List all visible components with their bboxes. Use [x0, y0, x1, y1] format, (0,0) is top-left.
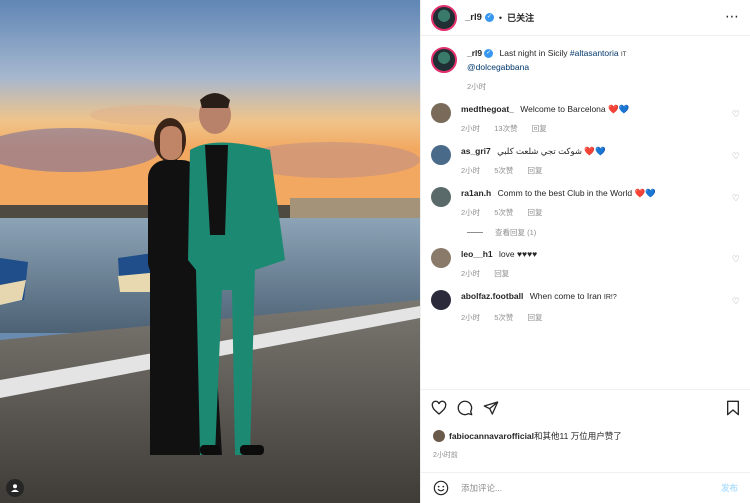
reply-button[interactable]: 回复	[528, 208, 543, 217]
likes-rest: 和其他11 万位用户赞了	[534, 431, 622, 441]
verified-badge-icon: ✓	[484, 13, 494, 22]
comment-time: 2小时	[461, 166, 481, 175]
comment-text: When come to Iran	[529, 291, 602, 301]
bookmark-icon[interactable]	[726, 400, 740, 416]
comment-likes[interactable]: 5次赞	[494, 166, 513, 175]
author-avatar[interactable]	[431, 4, 457, 31]
caption-flag: IT	[620, 52, 627, 58]
reply-button[interactable]: 回复	[528, 313, 543, 322]
post-photo[interactable]	[0, 0, 420, 503]
post-comment-button[interactable]: 发布	[721, 482, 738, 494]
comment-text: شوكت تجي شلعت كلبي	[497, 146, 582, 156]
commenter-avatar[interactable]	[431, 145, 451, 165]
caption-time: 2小时	[467, 82, 487, 91]
reply-button[interactable]: 回复	[528, 166, 543, 175]
post-header: _rl9 ✓ • 已关注 ⋯	[421, 0, 750, 36]
post-sidebar: _rl9 ✓ • 已关注 ⋯ _rl9 ✓ Last night in Sicil…	[420, 0, 750, 503]
comment-like-heart-icon[interactable]: ♡	[732, 151, 740, 162]
caption-hashtag[interactable]: #altasantoria	[570, 48, 619, 58]
comment-text: love	[499, 249, 515, 259]
comment-text: Comm to the best Club in the World	[497, 188, 633, 198]
follow-button[interactable]: 已关注	[507, 11, 534, 24]
comment-emoji: IR!?	[603, 294, 617, 301]
comment-time: 2小时	[461, 208, 481, 217]
comment-row: as_gri7 شوكت تجي شلعت كلبي ❤️💙 2小时 5次赞 回…	[431, 145, 740, 176]
heart-icon[interactable]	[431, 400, 447, 416]
verified-badge-icon: ✓	[484, 49, 494, 59]
view-replies-button[interactable]: 查看回复 (1)	[467, 227, 740, 238]
comment-time: 2小时	[461, 313, 481, 322]
comment-icon[interactable]	[457, 400, 473, 416]
comments-list[interactable]: _rl9 ✓ Last night in Sicily #altasantoria…	[421, 37, 750, 390]
comment-likes[interactable]: 5次赞	[494, 208, 513, 217]
commenter-avatar[interactable]	[431, 290, 451, 310]
comment-text: Welcome to Barcelona	[520, 104, 606, 114]
comment-emoji: ❤️💙	[634, 188, 656, 198]
comment-row: abolfaz.football When come to Iran IR!? …	[431, 290, 740, 323]
comment-like-heart-icon[interactable]: ♡	[732, 193, 740, 204]
comment-input[interactable]: 添加评论...	[461, 482, 721, 494]
commenter-avatar[interactable]	[431, 103, 451, 123]
comment-username[interactable]: as_gri7	[461, 146, 491, 156]
comment-time: 2小时	[461, 124, 481, 133]
add-comment-bar: 添加评论... 发布	[421, 472, 750, 503]
caption-row: _rl9 ✓ Last night in Sicily #altasantoria…	[431, 47, 740, 92]
comment-row: leo__h1 love ♥♥♥♥ 2小时 回复 ♡	[431, 248, 740, 279]
share-icon[interactable]	[483, 400, 499, 416]
emoji-icon[interactable]	[433, 480, 449, 496]
action-bar	[431, 398, 740, 418]
comment-likes[interactable]: 13次赞	[494, 124, 517, 133]
caption-text: Last night in Sicily	[499, 48, 568, 58]
author-username[interactable]: _rl9	[465, 12, 482, 23]
comment-time: 2小时	[461, 269, 481, 278]
photo-illustration	[0, 0, 420, 503]
liker-username[interactable]: fabiocannavarofficial	[449, 431, 534, 441]
caption-mention[interactable]: @dolcegabbana	[467, 62, 529, 72]
comment-like-heart-icon[interactable]: ♡	[732, 109, 740, 120]
comment-emoji: ❤️💙	[584, 146, 606, 156]
post-time: 2小时前	[433, 452, 458, 459]
commenter-avatar[interactable]	[431, 187, 451, 207]
more-icon[interactable]: ⋯	[725, 9, 740, 23]
comment-username[interactable]: leo__h1	[461, 249, 493, 259]
likes-summary[interactable]: fabiocannavarofficial 和其他11 万位用户赞了	[433, 430, 622, 442]
comment-likes[interactable]: 5次赞	[494, 313, 513, 322]
comment-like-heart-icon[interactable]: ♡	[732, 254, 740, 265]
comment-emoji: ♥♥♥♥	[517, 249, 538, 259]
comment-emoji: ❤️💙	[608, 104, 630, 114]
caption-avatar[interactable]	[431, 47, 457, 73]
commenter-avatar[interactable]	[431, 248, 451, 268]
comment-row: ra1an.h Comm to the best Club in the Wor…	[431, 187, 740, 218]
comment-row: medthegoat_ Welcome to Barcelona ❤️💙 2小时…	[431, 103, 740, 134]
reply-button[interactable]: 回复	[532, 124, 547, 133]
comment-username[interactable]: abolfaz.football	[461, 291, 523, 301]
comment-username[interactable]: ra1an.h	[461, 188, 491, 198]
view-replies-label: 查看回复 (1)	[495, 228, 537, 237]
user-tag-button[interactable]	[6, 479, 24, 497]
actions-divider	[421, 389, 750, 390]
reply-button[interactable]: 回复	[494, 269, 509, 278]
comment-username[interactable]: medthegoat_	[461, 104, 514, 114]
comment-like-heart-icon[interactable]: ♡	[732, 296, 740, 307]
caption-username[interactable]: _rl9	[467, 48, 482, 58]
liker-avatar	[433, 430, 445, 442]
user-tag-icon	[11, 484, 19, 492]
